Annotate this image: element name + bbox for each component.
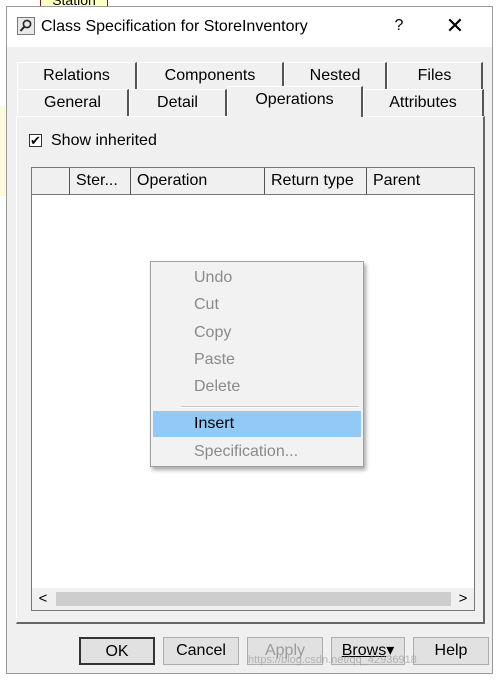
menu-item-delete: Delete	[194, 378, 241, 395]
tab-files[interactable]: Files	[387, 62, 483, 89]
menu-item-paste: Paste	[194, 351, 235, 368]
cancel-button[interactable]: Cancel	[163, 637, 239, 665]
title-bar[interactable]: Class Specification for StoreInventory ?…	[7, 7, 492, 47]
show-inherited-checkbox[interactable]: ✔	[29, 134, 42, 147]
tab-general[interactable]: General	[17, 89, 129, 116]
tab-detail[interactable]: Detail	[129, 89, 227, 116]
scroll-right-arrow[interactable]: >	[452, 588, 474, 610]
column-header-icon[interactable]	[32, 168, 70, 195]
help-bottom-button[interactable]: Help	[413, 637, 489, 665]
dialog-title: Class Specification for StoreInventory	[41, 18, 308, 35]
menu-separator	[181, 406, 359, 408]
column-header-stereotype[interactable]: Ster...	[70, 168, 131, 195]
menu-item-cut: Cut	[194, 296, 219, 313]
menu-item-specification: Specification...	[194, 443, 299, 460]
column-header-operation[interactable]: Operation	[131, 168, 265, 195]
context-menu: Undo Cut Copy Paste Delete Insert Specif…	[150, 261, 364, 467]
column-header-return-type[interactable]: Return type	[265, 168, 367, 195]
column-header-parent[interactable]: Parent	[367, 168, 474, 195]
magnifier-icon	[17, 17, 35, 35]
close-icon: ✕	[445, 13, 465, 38]
menu-item-copy: Copy	[194, 324, 232, 341]
tab-relations[interactable]: Relations	[17, 62, 137, 89]
tab-nested[interactable]: Nested	[284, 62, 387, 89]
menu-item-insert[interactable]: Insert	[153, 411, 361, 437]
tab-operations[interactable]: Operations	[227, 86, 363, 117]
scroll-thumb[interactable]	[56, 592, 451, 606]
menu-item-undo: Undo	[194, 269, 233, 286]
tab-attributes[interactable]: Attributes	[363, 89, 484, 116]
watermark-text: https://blog.csdn.net/qq_42936918	[248, 654, 417, 666]
help-button[interactable]: ?	[387, 15, 411, 37]
scroll-left-arrow[interactable]: <	[32, 588, 54, 610]
list-header: Ster... Operation Return type Parent	[32, 168, 474, 195]
show-inherited-label[interactable]: Show inherited	[51, 131, 157, 151]
close-button[interactable]: ✕	[437, 11, 473, 41]
horizontal-scrollbar[interactable]: < >	[32, 588, 474, 610]
ok-button[interactable]: OK	[79, 637, 155, 665]
tab-components[interactable]: Components	[137, 62, 284, 89]
